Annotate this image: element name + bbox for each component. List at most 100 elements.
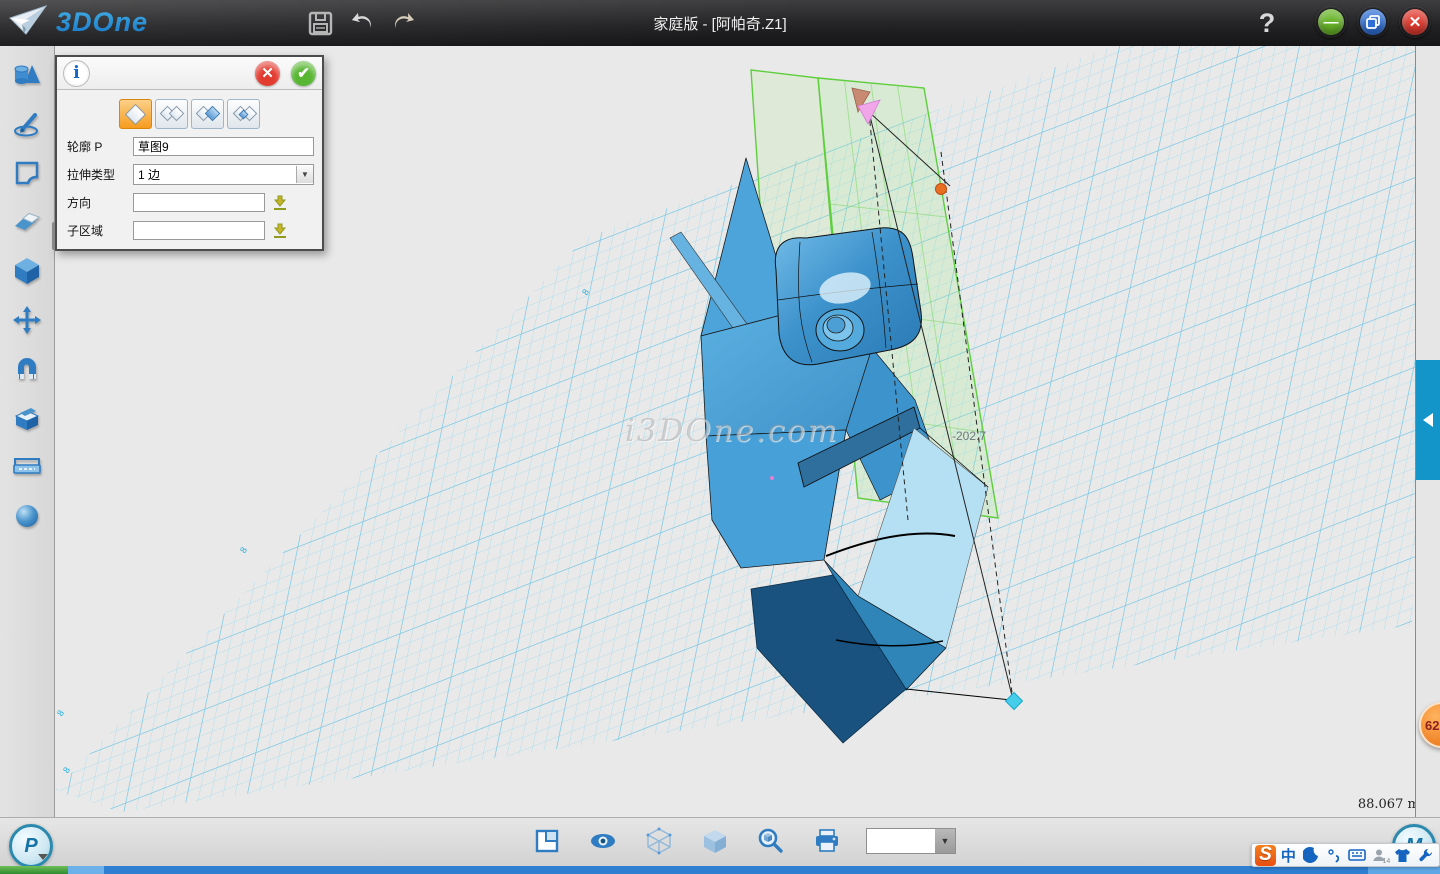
layout-icon <box>534 828 560 854</box>
printer-icon <box>813 828 841 854</box>
ime-account-button[interactable]: 14 <box>1369 845 1390 865</box>
plan-view-button[interactable]: P <box>9 824 53 868</box>
chevron-down-icon: ▼ <box>935 829 955 853</box>
visibility-button[interactable] <box>586 824 620 858</box>
status-dimension: 88.067 mm <box>1335 797 1415 812</box>
shaded-cube-icon <box>701 827 729 855</box>
close-button[interactable]: ✕ <box>1399 6 1431 38</box>
sogou-logo-icon: S <box>1255 845 1276 866</box>
info-icon[interactable]: i <box>63 60 90 87</box>
magnet-icon <box>12 355 42 383</box>
field-label: 轮廓 P <box>67 138 133 155</box>
ime-keyboard-button[interactable] <box>1347 845 1368 865</box>
save-button[interactable] <box>303 7 337 39</box>
print-button[interactable] <box>810 824 844 858</box>
field-profile: 轮廓 P <box>67 136 314 157</box>
redo-icon <box>390 11 418 35</box>
taskbar-segment-light[interactable] <box>68 866 104 874</box>
help-button[interactable]: ? <box>1252 4 1282 42</box>
dialog-confirm-button[interactable]: ✔ <box>291 61 316 86</box>
eraser-tool-button[interactable] <box>7 205 47 239</box>
shaded-view-button[interactable] <box>698 824 732 858</box>
field-subregion: 子区域 <box>67 220 314 241</box>
edit-sketch-tool-button[interactable] <box>7 156 47 190</box>
sogou-logo-button[interactable]: S <box>1255 845 1276 865</box>
redo-button[interactable] <box>387 7 421 39</box>
extrude-option-1-button[interactable] <box>119 99 152 129</box>
undo-icon <box>348 11 376 35</box>
extrude-option-4-button[interactable] <box>227 99 260 129</box>
zoom-view-button[interactable] <box>754 824 788 858</box>
ime-toolbar: S 中 14 <box>1251 843 1440 867</box>
ime-language-button[interactable]: 中 <box>1278 845 1299 865</box>
subregion-pick-button[interactable] <box>270 222 290 240</box>
direction-pick-button[interactable] <box>270 194 290 212</box>
chevron-down-icon: ▼ <box>296 166 313 183</box>
restore-button[interactable] <box>1357 6 1389 38</box>
paper-plane-icon <box>8 4 48 40</box>
user-count-badge: 14 <box>1383 858 1391 865</box>
endpoint-marker-cyan[interactable] <box>1006 693 1023 710</box>
dropdown-value <box>867 829 935 853</box>
save-icon <box>307 10 334 37</box>
close-icon: ✕ <box>1402 9 1428 35</box>
extrude-option-2-button[interactable] <box>155 99 188 129</box>
view-preset-dropdown[interactable]: ▼ <box>866 828 956 854</box>
double-diamond-icon <box>161 106 183 122</box>
ime-punctuation-button[interactable] <box>1324 845 1345 865</box>
restore-icon <box>1360 9 1386 35</box>
field-label: 拉伸类型 <box>67 166 133 183</box>
dialog-header: i ✕ ✔ <box>57 57 322 90</box>
render-sphere-icon <box>13 502 41 530</box>
vertex-marker-orange[interactable] <box>936 184 947 195</box>
field-direction: 方向 <box>67 192 314 213</box>
diamond-icon <box>125 103 146 124</box>
bottom-toolbar: P <box>0 817 1440 867</box>
primitives-tool-button[interactable] <box>7 58 47 92</box>
extrude-option-row <box>57 99 322 129</box>
ime-skin-button[interactable] <box>1392 845 1413 865</box>
ime-settings-button[interactable] <box>1415 845 1436 865</box>
minimize-icon: — <box>1318 9 1344 35</box>
field-label: 子区域 <box>67 222 133 239</box>
taskbar-segment-green[interactable] <box>0 866 68 874</box>
title-bar: 3DOne 家庭版 - [阿帕奇.Z1] ? — <box>0 0 1440 47</box>
measure-tool-button[interactable] <box>7 450 47 484</box>
subregion-input[interactable] <box>133 221 265 240</box>
extrude-type-select[interactable]: 1 边 ▼ <box>133 164 314 185</box>
diamond-dot-icon <box>233 106 255 122</box>
diamond-blue-pair-icon <box>197 106 219 122</box>
sketch-tool-button[interactable] <box>7 107 47 141</box>
feature-cube-tool-button[interactable] <box>7 254 47 288</box>
moon-icon <box>1303 847 1319 863</box>
move-tool-button[interactable] <box>7 303 47 337</box>
tshirt-icon <box>1394 848 1411 863</box>
field-label: 方向 <box>67 194 133 211</box>
field-extrude-type: 拉伸类型 1 边 ▼ <box>67 164 314 185</box>
ime-fullhalf-button[interactable] <box>1301 845 1322 865</box>
panel-collapse-tab[interactable] <box>1416 360 1440 480</box>
render-tool-button[interactable] <box>7 499 47 533</box>
profile-input[interactable] <box>133 137 314 156</box>
layout-view-button[interactable] <box>530 824 564 858</box>
wireframe-view-button[interactable] <box>642 824 676 858</box>
view-controls: ▼ <box>530 824 956 858</box>
taskbar-segment-right[interactable] <box>1368 866 1440 874</box>
primitives-icon <box>12 61 42 89</box>
extrude-option-3-button[interactable] <box>191 99 224 129</box>
dialog-cancel-button[interactable]: ✕ <box>255 61 280 86</box>
chevron-left-icon <box>1423 413 1433 427</box>
magnifier-icon <box>757 827 785 855</box>
extrude-dialog: i ✕ ✔ <box>55 55 324 251</box>
left-toolbar <box>0 46 55 817</box>
app-logo: 3DOne <box>8 4 148 40</box>
plan-view-caret[interactable] <box>38 854 48 860</box>
sketch-icon <box>12 110 42 138</box>
special-shape-tool-button[interactable] <box>7 401 47 435</box>
minimize-button[interactable]: — <box>1315 6 1347 38</box>
feature-cube-icon <box>12 256 42 286</box>
magnet-tool-button[interactable] <box>7 352 47 386</box>
direction-input[interactable] <box>133 193 265 212</box>
app-window: 3DOne 家庭版 - [阿帕奇.Z1] ? — <box>0 0 1440 874</box>
undo-button[interactable] <box>345 7 379 39</box>
